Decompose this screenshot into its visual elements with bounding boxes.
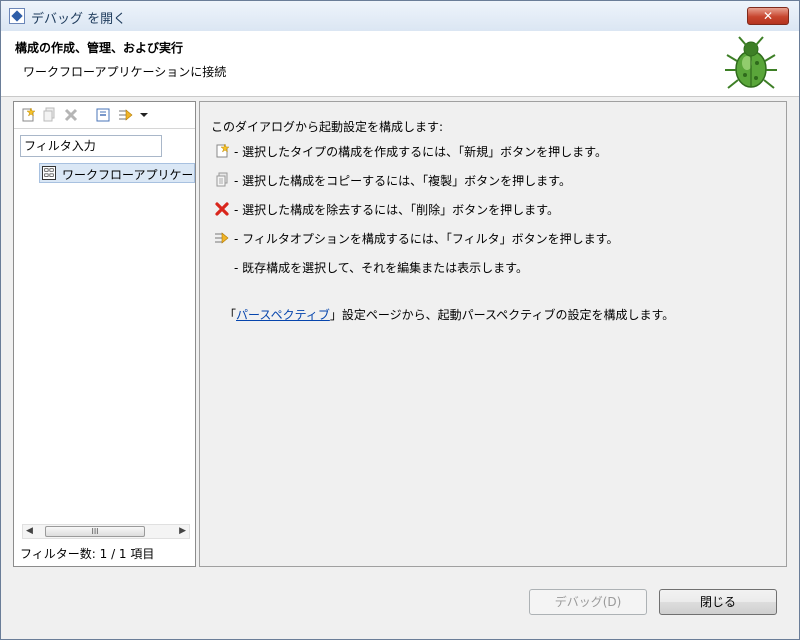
header-title: 構成の作成、管理、および実行 — [15, 41, 184, 55]
chevron-down-icon[interactable] — [138, 107, 150, 123]
scrollbar-thumb[interactable]: III — [45, 526, 145, 537]
scroll-right-icon[interactable]: ▶ — [179, 526, 186, 536]
config-toolbar — [14, 102, 195, 129]
window-title: デバッグ を開く — [31, 12, 127, 27]
tree-item-workflow-app[interactable]: ワークフローアプリケーション — [39, 163, 195, 183]
config-tree-panel: ワークフローアプリケーション ◀ III ▶ フィルター数: 1 / 1 項目 — [13, 101, 196, 567]
dialog-header: 構成の作成、管理、および実行 ワークフローアプリケーションに接続 — [1, 31, 799, 97]
bug-icon — [725, 36, 777, 89]
help-line-text: - 選択した構成を除去するには、「削除」ボタンを押します。 — [234, 203, 559, 217]
perspective-link[interactable]: パースペクティブ — [236, 308, 330, 322]
new-config-icon[interactable] — [20, 107, 36, 123]
help-line-text: - フィルタオプションを構成するには、「フィルタ」ボタンを押します。 — [234, 232, 619, 246]
header-description: ワークフローアプリケーションに接続 — [23, 65, 227, 79]
perspective-note: 「パースペクティブ」設定ページから、起動パースペクティブの設定を構成します。 — [224, 306, 674, 323]
help-line-text: - 既存構成を選択して、それを編集または表示します。 — [234, 261, 528, 275]
filter-icon — [215, 232, 229, 244]
scroll-left-icon[interactable]: ◀ — [26, 526, 33, 536]
filter-count: フィルター数: 1 / 1 項目 — [20, 547, 155, 561]
debug-app-icon — [9, 8, 25, 24]
delete-icon — [215, 202, 229, 216]
title-bar: デバッグ を開く ✕ — [1, 1, 799, 32]
filter-input[interactable] — [20, 135, 162, 157]
window-close-button[interactable]: ✕ — [747, 7, 789, 25]
help-panel: このダイアログから起動設定を構成します: - 選択したタイプの構成を作成するには… — [199, 101, 787, 567]
perspective-suffix: 」設定ページから、起動パースペクティブの設定を構成します。 — [329, 308, 675, 322]
tree-item-label: ワークフローアプリケーション — [62, 168, 192, 182]
help-line-text: - 選択した構成をコピーするには、「複製」ボタンを押します。 — [234, 174, 571, 188]
workflow-config-icon — [42, 166, 56, 180]
horizontal-scrollbar[interactable]: ◀ III ▶ — [22, 524, 190, 539]
duplicate-icon — [216, 172, 228, 187]
debug-button[interactable]: デバッグ(D) — [529, 589, 647, 615]
dialog-window: デバッグ を開く ✕ 構成の作成、管理、および実行 ワークフローアプリケーション… — [0, 0, 800, 640]
help-line-text: - 選択したタイプの構成を作成するには、「新規」ボタンを押します。 — [234, 145, 607, 159]
duplicate-icon[interactable] — [41, 107, 57, 123]
intro-text: このダイアログから起動設定を構成します: — [211, 120, 444, 134]
perspective-prefix: 「 — [224, 308, 237, 322]
close-button[interactable]: 閉じる — [659, 589, 777, 615]
delete-icon[interactable] — [63, 107, 79, 123]
filter-icon[interactable] — [118, 107, 134, 123]
new-config-icon — [216, 143, 230, 158]
collapse-all-icon[interactable] — [95, 107, 111, 123]
